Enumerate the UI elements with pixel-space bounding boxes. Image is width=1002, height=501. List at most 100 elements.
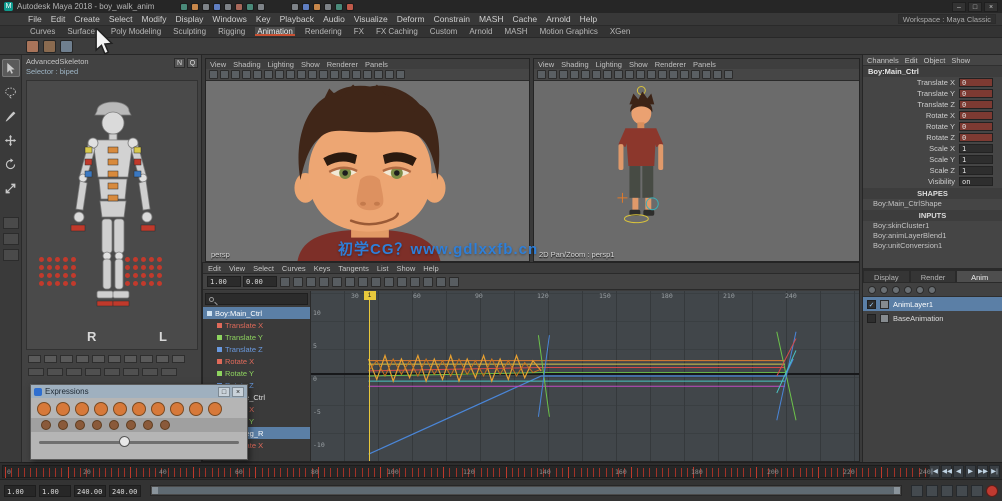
menu-mash[interactable]: MASH (479, 14, 504, 24)
titlebar-icon[interactable] (291, 3, 299, 11)
graph-toolbar-icon[interactable] (410, 277, 420, 287)
range-start-handle[interactable] (152, 487, 158, 494)
channel-row[interactable]: Translate X (203, 319, 310, 331)
rotate-tool[interactable] (2, 155, 20, 173)
titlebar-icon[interactable] (257, 3, 265, 11)
layer-toolbar-icon[interactable] (892, 286, 900, 294)
finger-picker-dot[interactable] (149, 281, 154, 286)
finger-picker-dot[interactable] (133, 265, 138, 270)
pose-thumbnail[interactable] (208, 402, 222, 416)
viewport-toolbar-icon[interactable] (286, 70, 295, 79)
input-node[interactable]: Boy:animLayerBlend1 (863, 231, 1002, 241)
viewport-menu-view[interactable]: View (538, 60, 554, 69)
shelf-tab-rendering[interactable]: Rendering (303, 27, 344, 36)
picker-button[interactable] (108, 355, 121, 363)
pose-thumbnail[interactable] (75, 420, 85, 430)
animation-option-icon[interactable] (941, 485, 953, 497)
viewport-toolbar-icon[interactable] (581, 70, 590, 79)
finger-picker-dot[interactable] (39, 273, 44, 278)
auto-keyframe-toggle[interactable] (986, 485, 998, 497)
picker-button[interactable] (28, 355, 41, 363)
pose-thumbnail[interactable] (92, 420, 102, 430)
shelf-tab-arnold[interactable]: Arnold (467, 27, 494, 36)
viewport-toolbar-icon[interactable] (242, 70, 251, 79)
menu-modify[interactable]: Modify (142, 14, 167, 24)
graph-toolbar-icon[interactable] (384, 277, 394, 287)
titlebar-icon[interactable] (202, 3, 210, 11)
finger-picker-dot[interactable] (39, 257, 44, 262)
animation-option-icon[interactable] (911, 485, 923, 497)
channel-row[interactable]: Rotate X (203, 355, 310, 367)
current-time-flag[interactable]: 1 (364, 291, 376, 300)
finger-picker-dot[interactable] (63, 281, 68, 286)
layout-shortcut[interactable] (3, 249, 19, 261)
viewport-toolbar-icon[interactable] (691, 70, 700, 79)
playback-range[interactable] (152, 487, 900, 494)
graph-toolbar-icon[interactable] (436, 277, 446, 287)
finger-picker-dot[interactable] (71, 273, 76, 278)
range-value-field[interactable]: 1.00 (4, 485, 36, 497)
shelf-tab-custom[interactable]: Custom (428, 27, 460, 36)
finger-picker-dot[interactable] (157, 281, 162, 286)
channel-row[interactable]: Translate Z (203, 343, 310, 355)
viewport-menu-show[interactable]: Show (301, 60, 320, 69)
viewport-menu-panels[interactable]: Panels (693, 60, 716, 69)
transport-button[interactable]: ▶| (989, 465, 1000, 478)
transport-button[interactable]: ▶▶ (977, 465, 988, 478)
viewport-menu-panels[interactable]: Panels (365, 60, 388, 69)
titlebar-icon[interactable] (235, 3, 243, 11)
attribute-value-field[interactable]: 0 (959, 111, 993, 120)
pose-thumbnail[interactable] (56, 402, 70, 416)
attribute-value-field[interactable]: 1 (959, 155, 993, 164)
channel-box-menu-object[interactable]: Object (924, 56, 946, 65)
menu-playback[interactable]: Playback (280, 14, 315, 24)
finger-picker-dot[interactable] (55, 257, 60, 262)
picker-canvas[interactable]: R L (26, 80, 198, 350)
keyframe-tick-area[interactable]: 020406080100120140160180200220240 (2, 465, 930, 478)
viewport-toolbar-icon[interactable] (297, 70, 306, 79)
graph-toolbar-icon[interactable] (293, 277, 303, 287)
paint-select-tool[interactable] (2, 107, 20, 125)
shelf-tab-sculpting[interactable]: Sculpting (171, 27, 208, 36)
slider-knob[interactable] (119, 436, 130, 447)
input-node[interactable]: Boy:skinCluster1 (863, 221, 1002, 231)
animation-option-icon[interactable] (926, 485, 938, 497)
channel-row[interactable]: Translate Y (203, 331, 310, 343)
shelf-tab-animation[interactable]: Animation (255, 27, 295, 36)
minimize-button[interactable]: – (952, 2, 966, 12)
finger-picker-dot[interactable] (47, 281, 52, 286)
input-node[interactable]: Boy:unitConversion1 (863, 241, 1002, 251)
graph-toolbar-icon[interactable] (306, 277, 316, 287)
viewport-menu-lighting[interactable]: Lighting (268, 60, 294, 69)
viewport-toolbar-icon[interactable] (713, 70, 722, 79)
channel-row[interactable]: Boy:Main_Ctrl (203, 307, 310, 319)
key-stat-field[interactable]: 0.00 (243, 276, 277, 287)
graph-menu-list[interactable]: List (377, 264, 389, 273)
graph-toolbar-icon[interactable] (423, 277, 433, 287)
picker-button[interactable] (92, 355, 105, 363)
viewport-toolbar-icon[interactable] (209, 70, 218, 79)
layout-shortcut[interactable] (3, 217, 19, 229)
picker-button[interactable] (28, 368, 44, 376)
menu-deform[interactable]: Deform (397, 14, 425, 24)
finger-picker-dot[interactable] (63, 273, 68, 278)
pose-thumbnail[interactable] (126, 420, 136, 430)
menu-display[interactable]: Display (176, 14, 204, 24)
pose-thumbnail[interactable] (37, 402, 51, 416)
attribute-value-field[interactable]: 1 (959, 166, 993, 175)
picker-button[interactable] (156, 355, 169, 363)
graph-menu-tangents[interactable]: Tangents (338, 264, 368, 273)
menu-arnold[interactable]: Arnold (546, 14, 571, 24)
viewport-toolbar-icon[interactable] (658, 70, 667, 79)
graph-menu-edit[interactable]: Edit (208, 264, 221, 273)
picker-button[interactable] (44, 355, 57, 363)
titlebar-icon[interactable] (213, 3, 221, 11)
viewport-toolbar-icon[interactable] (319, 70, 328, 79)
titlebar-icon[interactable] (313, 3, 321, 11)
finger-picker-dot[interactable] (141, 265, 146, 270)
graph-menu-curves[interactable]: Curves (282, 264, 306, 273)
graph-menu-show[interactable]: Show (397, 264, 416, 273)
pose-thumbnail[interactable] (170, 402, 184, 416)
channel-box-menu-show[interactable]: Show (951, 56, 970, 65)
viewport-toolbar-icon[interactable] (680, 70, 689, 79)
